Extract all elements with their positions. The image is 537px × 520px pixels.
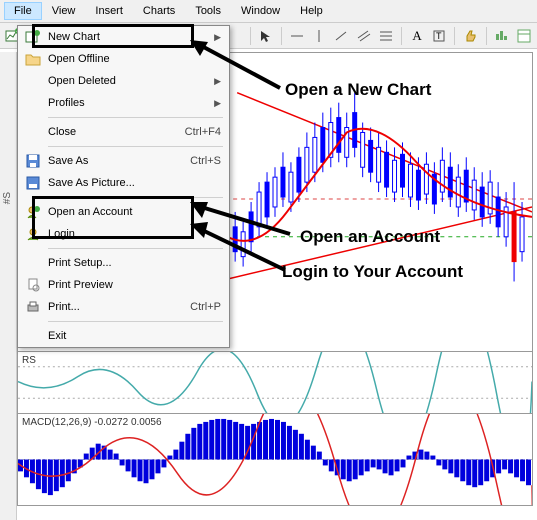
submenu-arrow-icon: ▶ xyxy=(214,98,221,109)
menu-charts[interactable]: Charts xyxy=(133,2,185,20)
dd-close[interactable]: Close Ctrl+F4 xyxy=(18,121,229,143)
dd-save-as-label: Save As xyxy=(44,155,190,167)
dd-close-shortcut: Ctrl+F4 xyxy=(185,126,221,138)
tb-periods-icon[interactable] xyxy=(515,26,533,46)
login-icon xyxy=(22,227,44,241)
dd-profiles-label: Profiles xyxy=(44,97,214,109)
macd-panel[interactable]: MACD(12,26,9) -0.0272 0.0056 xyxy=(17,414,533,506)
dd-open-deleted[interactable]: Open Deleted ▶ xyxy=(18,70,229,92)
tb-trendline-icon[interactable] xyxy=(332,26,350,46)
dd-open-account[interactable]: Open an Account xyxy=(18,201,229,223)
new-chart-icon xyxy=(22,29,44,45)
dd-save-as[interactable]: Save As Ctrl+S xyxy=(18,150,229,172)
dd-open-account-label: Open an Account xyxy=(44,206,221,218)
dd-print[interactable]: Print... Ctrl+P xyxy=(18,296,229,318)
dd-print-setup-label: Print Setup... xyxy=(44,257,221,269)
dd-save-picture[interactable]: Save As Picture... xyxy=(18,172,229,194)
dd-print-setup[interactable]: Print Setup... xyxy=(18,252,229,274)
menu-tools[interactable]: Tools xyxy=(185,2,231,20)
menu-view[interactable]: View xyxy=(42,2,86,20)
tb-cursor-icon[interactable] xyxy=(257,26,275,46)
save-icon xyxy=(22,154,44,168)
dd-new-chart-label: New Chart xyxy=(44,31,214,43)
dd-print-label: Print... xyxy=(44,301,190,313)
print-preview-icon xyxy=(22,278,44,292)
print-icon xyxy=(22,300,44,314)
submenu-arrow-icon: ▶ xyxy=(214,32,221,43)
tb-thumb-up-icon[interactable] xyxy=(461,26,479,46)
rsi-label: RS xyxy=(22,355,36,366)
menu-file[interactable]: File xyxy=(4,2,42,20)
save-picture-icon xyxy=(22,176,44,190)
tb-hline-icon[interactable] xyxy=(288,26,306,46)
tb-label-icon[interactable]: T xyxy=(430,26,448,46)
dd-login-label: Login xyxy=(44,228,221,240)
dd-save-picture-label: Save As Picture... xyxy=(44,177,221,189)
account-icon xyxy=(22,205,44,219)
annotation-new-chart: Open a New Chart xyxy=(285,80,431,100)
tb-indicators-icon[interactable] xyxy=(492,26,510,46)
tb-vline-icon[interactable] xyxy=(310,26,328,46)
dd-open-offline[interactable]: Open Offline xyxy=(18,48,229,70)
tb-fibo-icon[interactable] xyxy=(377,26,395,46)
dd-open-offline-label: Open Offline xyxy=(44,53,221,65)
rsi-panel[interactable]: RS xyxy=(17,352,533,414)
menu-window[interactable]: Window xyxy=(231,2,290,20)
dd-new-chart[interactable]: New Chart ▶ xyxy=(18,26,229,48)
annotation-open-account: Open an Account xyxy=(300,227,440,247)
folder-icon xyxy=(22,52,44,66)
dd-exit[interactable]: Exit xyxy=(18,325,229,347)
dd-exit-label: Exit xyxy=(44,330,221,342)
annotation-login: Login to Your Account xyxy=(282,262,463,282)
dd-print-preview[interactable]: Print Preview xyxy=(18,274,229,296)
dd-print-preview-label: Print Preview xyxy=(44,279,221,291)
dd-open-deleted-label: Open Deleted xyxy=(44,75,214,87)
submenu-arrow-icon: ▶ xyxy=(214,76,221,87)
menubar: File View Insert Charts Tools Window Hel… xyxy=(0,0,537,23)
left-sidebar: #S xyxy=(0,52,17,520)
dd-save-as-shortcut: Ctrl+S xyxy=(190,155,221,167)
macd-label: MACD(12,26,9) -0.0272 0.0056 xyxy=(22,417,162,428)
dd-close-label: Close xyxy=(44,126,185,138)
dd-print-shortcut: Ctrl+P xyxy=(190,301,221,313)
menu-help[interactable]: Help xyxy=(290,2,333,20)
menu-insert[interactable]: Insert xyxy=(85,2,133,20)
tb-channel-icon[interactable] xyxy=(355,26,373,46)
dd-profiles[interactable]: Profiles ▶ xyxy=(18,92,229,114)
dd-login[interactable]: Login xyxy=(18,223,229,245)
file-dropdown: New Chart ▶ Open Offline Open Deleted ▶ … xyxy=(17,25,230,348)
tb-text-icon[interactable]: A xyxy=(408,26,426,46)
svg-text:T: T xyxy=(436,31,442,41)
side-symbol-label: #S xyxy=(2,192,13,204)
